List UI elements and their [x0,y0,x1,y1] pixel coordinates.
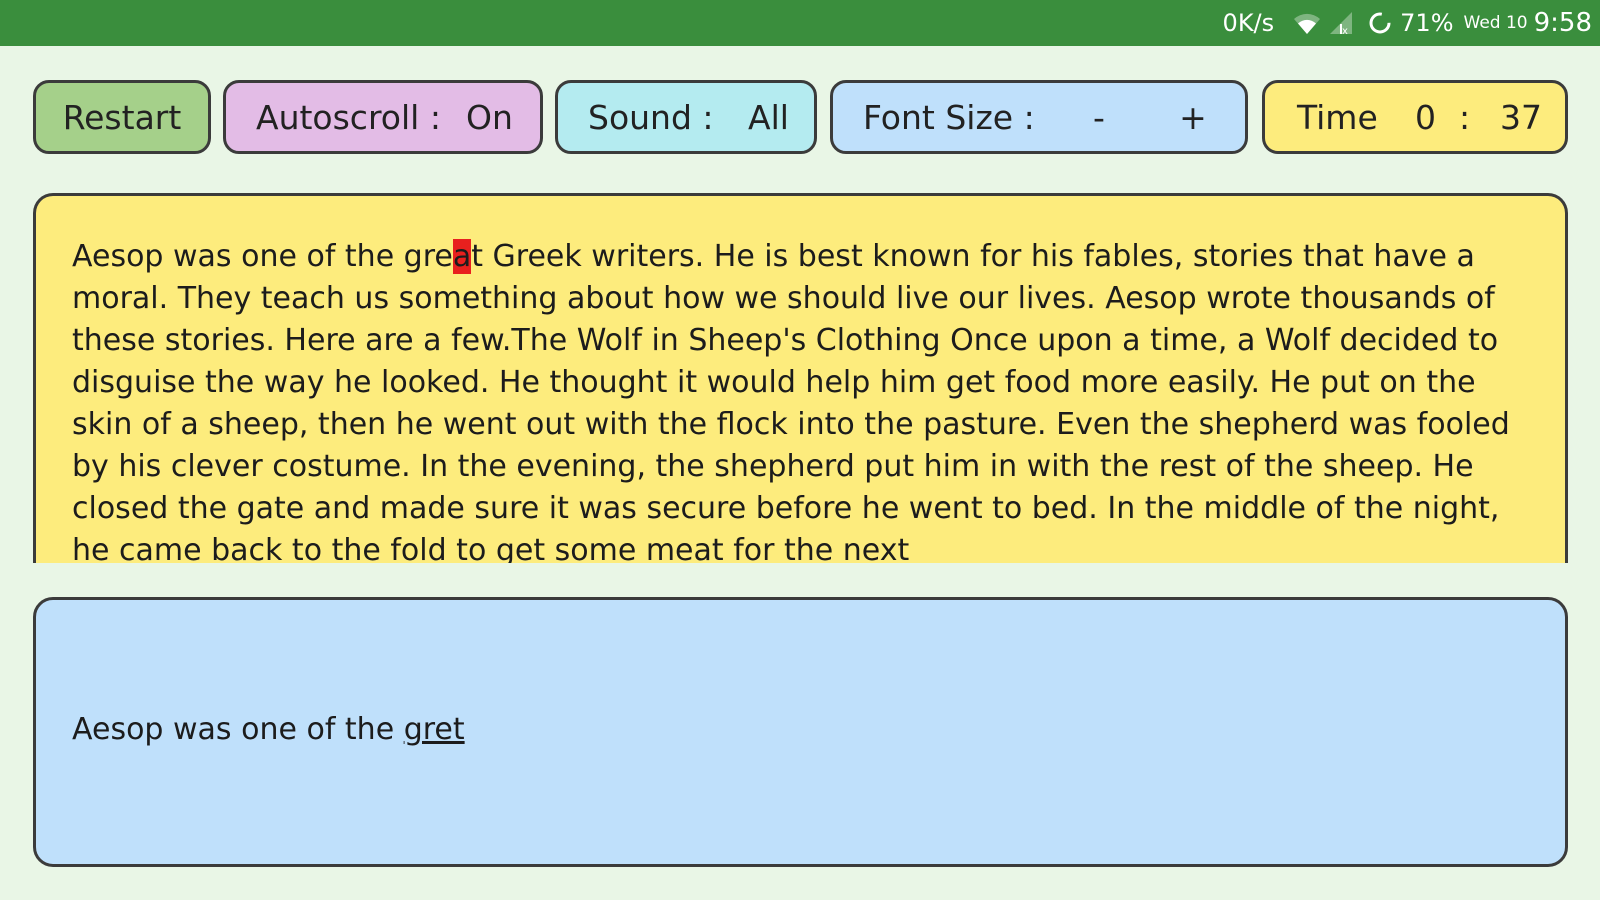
font-size-label: Font Size : [863,97,1035,137]
sync-icon [1369,12,1391,34]
svg-text:x: x [1342,26,1348,36]
timer-separator: : [1459,97,1471,137]
signal-icon: x [1330,12,1353,36]
typing-input-panel[interactable]: Aesop was one of the gret [33,597,1568,867]
font-size-decrease-button[interactable]: - [1079,98,1119,137]
sound-label: Sound : [588,97,714,137]
sound-value: All [748,97,789,137]
status-bar: 0K/s x 71% Wed 10 9:58 [0,0,1600,46]
autoscroll-label: Autoscroll : [256,97,441,137]
current-character-highlight: a [452,239,472,274]
network-speed: 0K/s [1222,9,1275,37]
passage-text-after-cursor: t Greek writers. He is best known for hi… [72,239,1510,563]
timer-minutes: 0 [1415,97,1436,137]
status-clock: 9:58 [1533,8,1592,38]
timer: Time 0 : 37 [1262,80,1568,154]
status-date: Wed 10 [1463,13,1528,33]
reading-passage-panel[interactable]: Aesop was one of the great Greek writers… [33,193,1568,563]
autoscroll-toggle[interactable]: Autoscroll : On [223,80,543,154]
timer-label: Time [1297,97,1378,137]
autoscroll-value: On [466,97,513,137]
font-size-increase-button[interactable]: + [1173,98,1213,137]
passage-text-before-cursor: Aesop was one of the gre [72,239,453,274]
typed-completed-text: Aesop was one of the [72,712,404,747]
battery-percentage: 71% [1400,9,1454,37]
restart-label: Restart [62,97,182,137]
typed-current-word: gret [403,712,465,747]
toolbar: Restart Autoscroll : On Sound : All Font… [0,80,1600,160]
wifi-icon [1294,13,1321,34]
sound-toggle[interactable]: Sound : All [555,80,817,154]
typed-text-line: Aesop was one of the gret [72,712,465,747]
font-size-control: Font Size : - + [830,80,1248,154]
reading-passage-text: Aesop was one of the great Greek writers… [72,236,1532,563]
timer-seconds: 37 [1500,97,1542,137]
restart-button[interactable]: Restart [33,80,211,154]
